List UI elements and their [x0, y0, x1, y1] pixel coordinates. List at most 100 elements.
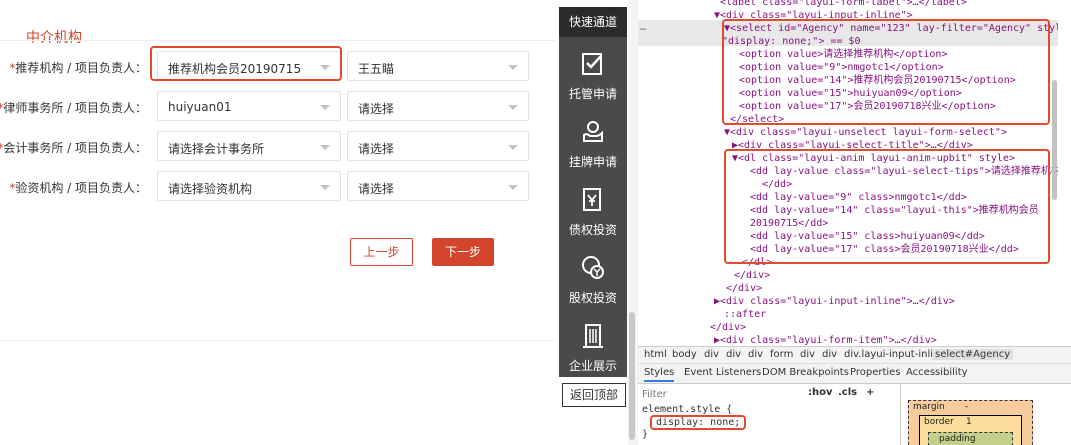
dom-node[interactable]: ▼<div class="layui-unselect layui-form-s… — [724, 126, 1007, 139]
panel-divider — [900, 384, 901, 445]
devtools-panel: … <label class="layui-form-label">…</lab… — [638, 0, 1071, 445]
box-model-margin[interactable]: margin - border 1 padding — [908, 400, 1033, 445]
dom-pseudo[interactable]: ::after — [724, 308, 766, 321]
breadcrumb-item[interactable]: body — [672, 349, 697, 360]
dom-node[interactable]: <option value>请选择推荐机构</option> — [739, 48, 947, 61]
dom-node[interactable]: <dd lay-value="14" class="layui-this">推荐… — [750, 204, 1039, 217]
style-rule-close: } — [642, 429, 649, 440]
chevron-down-icon — [508, 185, 518, 190]
quick-nav-label: 债权投资 — [568, 223, 617, 237]
elements-tree: … <label class="layui-form-label">…</lab… — [638, 0, 1058, 345]
quick-nav-item-listing[interactable]: 挂牌申请 — [559, 113, 627, 181]
dom-node[interactable]: <dd lay-value="15" class>huiyuan09</dd> — [750, 230, 985, 243]
styles-filter-input[interactable] — [642, 387, 792, 401]
chevron-down-icon — [320, 105, 330, 110]
breadcrumb-item[interactable]: div — [822, 349, 837, 360]
yen-chat-icon — [582, 256, 604, 279]
prev-step-button[interactable]: 上一步 — [350, 238, 413, 266]
form-row-verification: *验资机构 / 项目负责人： 请选择验资机构 请选择 — [0, 171, 560, 201]
devtools-scrollbar[interactable] — [1052, 80, 1057, 200]
accounting-manager-select[interactable]: 请选择 — [347, 131, 529, 161]
breadcrumb-item[interactable]: div — [800, 349, 815, 360]
dom-node[interactable]: <dd lay-value class="layui-select-tips">… — [750, 165, 1058, 178]
hover-state-toggle[interactable]: :hov — [808, 387, 833, 398]
dom-node[interactable]: </dd> — [762, 178, 792, 191]
dom-node[interactable]: ▼<div class="layui-input-inline"> — [714, 9, 913, 22]
verification-agency-select[interactable]: 请选择验资机构 — [157, 171, 341, 201]
dom-node-selected[interactable]: ▼<select id="Agency" name="123" lay-filt… — [724, 22, 1058, 35]
box-model-padding[interactable]: padding — [928, 432, 1013, 445]
breadcrumb-item[interactable]: div — [748, 349, 763, 360]
dom-node[interactable]: <option value="9">nmgotc1</option> — [739, 61, 944, 74]
row-label: *验资机构 / 项目负责人： — [9, 181, 147, 195]
law-manager-select[interactable]: 请选择 — [347, 91, 529, 121]
breadcrumb-item-active[interactable]: select#Agency — [932, 349, 1014, 360]
page-scrollbar[interactable] — [629, 312, 635, 440]
recommend-manager-select[interactable]: 王五瞄 — [347, 51, 529, 81]
dom-node[interactable]: <option value="17">会员20190718兴业</option> — [739, 100, 996, 113]
form-row-accounting: *会计事务所 / 项目负责人： 请选择会计事务所 请选择 — [0, 131, 560, 161]
chevron-down-icon — [320, 185, 330, 190]
dom-node[interactable]: </div> — [726, 282, 762, 295]
dom-node[interactable]: 20190715</dd> — [750, 217, 828, 230]
dom-node[interactable]: ▼<dl class="layui-anim layui-anim-upbit"… — [732, 152, 1015, 165]
dom-node[interactable]: </dl> — [742, 256, 772, 269]
dom-node-selected-cont[interactable]: "display: none;"> == $0 — [722, 35, 860, 48]
hand-coin-icon — [583, 121, 603, 142]
tab-properties[interactable]: Properties — [850, 367, 901, 378]
accounting-firm-select[interactable]: 请选择会计事务所 — [157, 131, 341, 161]
dom-node[interactable]: <option value="15">huiyuan09</option> — [739, 87, 962, 100]
styles-subtabs: Styles Event Listeners DOM Breakpoints P… — [638, 364, 1071, 384]
tab-accessibility[interactable]: Accessibility — [906, 367, 968, 378]
add-rule-button[interactable]: + — [866, 387, 874, 398]
class-toggle[interactable]: .cls — [838, 387, 857, 398]
recommend-agency-select[interactable]: 推荐机构会员20190715 — [157, 51, 341, 81]
chevron-down-icon — [508, 145, 518, 150]
quick-nav-item-custody[interactable]: 托管申请 — [559, 45, 627, 113]
section-divider — [0, 40, 556, 41]
quick-nav-item-equity[interactable]: 股权投资 — [559, 249, 627, 317]
breadcrumb-item[interactable]: html — [644, 349, 667, 360]
building-icon — [583, 324, 603, 348]
tab-styles[interactable]: Styles — [644, 367, 675, 382]
breadcrumb-item[interactable]: div.layui-input-inline — [844, 349, 946, 360]
bottom-divider — [0, 340, 556, 341]
quick-nav: 快速通道 托管申请 挂牌申请 债权投资 股权投资 企业展示 — [559, 7, 627, 377]
next-step-button[interactable]: 下一步 — [432, 238, 494, 266]
node-menu-icon[interactable]: … — [640, 22, 646, 33]
chevron-down-icon — [320, 145, 330, 150]
verification-manager-select[interactable]: 请选择 — [347, 171, 529, 201]
dom-node[interactable]: ▶<div class="layui-form-item">…</div> — [714, 334, 937, 345]
dom-node[interactable]: </div> — [734, 269, 770, 282]
quick-nav-item-debt[interactable]: 债权投资 — [559, 181, 627, 249]
breadcrumb-item[interactable]: form — [770, 349, 793, 360]
section-title: 中介机构 — [26, 30, 82, 46]
dom-node[interactable]: </div> — [710, 321, 746, 334]
style-rule-selector: element.style { — [642, 404, 733, 415]
box-model-border[interactable]: border 1 padding — [919, 415, 1022, 445]
breadcrumb-item[interactable]: div — [726, 349, 741, 360]
tab-event-listeners[interactable]: Event Listeners — [684, 367, 761, 378]
dom-node[interactable]: </select> — [730, 113, 784, 126]
quick-nav-item-showcase[interactable]: 企业展示 — [559, 317, 627, 385]
breadcrumb-item[interactable]: div — [704, 349, 719, 360]
dom-node[interactable]: <dd lay-value="17" class>会员20190718兴业</d… — [750, 243, 1019, 256]
dom-node[interactable]: ▶<div class="layui-input-inline">…</div> — [714, 295, 955, 308]
dom-node[interactable]: ▶<div class="layui-select-title">…</div> — [732, 139, 973, 152]
chevron-down-icon — [508, 65, 518, 70]
style-declaration[interactable]: display: none; — [656, 417, 740, 429]
law-firm-select[interactable]: huiyuan01 — [157, 91, 341, 121]
row-label: *会计事务所 / 项目负责人： — [0, 141, 147, 155]
quick-nav-label: 托管申请 — [568, 87, 617, 101]
chevron-down-icon — [320, 65, 330, 70]
dom-node[interactable]: <dd lay-value="9" class>nmgotc1</dd> — [750, 191, 967, 204]
dom-node[interactable]: <label class="layui-form-label">…</label… — [720, 0, 967, 9]
quick-nav-label: 股权投资 — [568, 291, 617, 305]
back-to-top-button[interactable]: 返回顶部 — [562, 383, 626, 407]
yen-document-icon — [583, 188, 601, 211]
row-label: *推荐机构 / 项目负责人： — [9, 61, 147, 75]
tab-dom-breakpoints[interactable]: DOM Breakpoints — [762, 367, 849, 378]
dom-node[interactable]: <option value="14">推荐机构会员20190715</optio… — [739, 74, 1016, 87]
quick-nav-title: 快速通道 — [559, 7, 627, 37]
box-model: margin - border 1 padding — [908, 386, 1071, 445]
